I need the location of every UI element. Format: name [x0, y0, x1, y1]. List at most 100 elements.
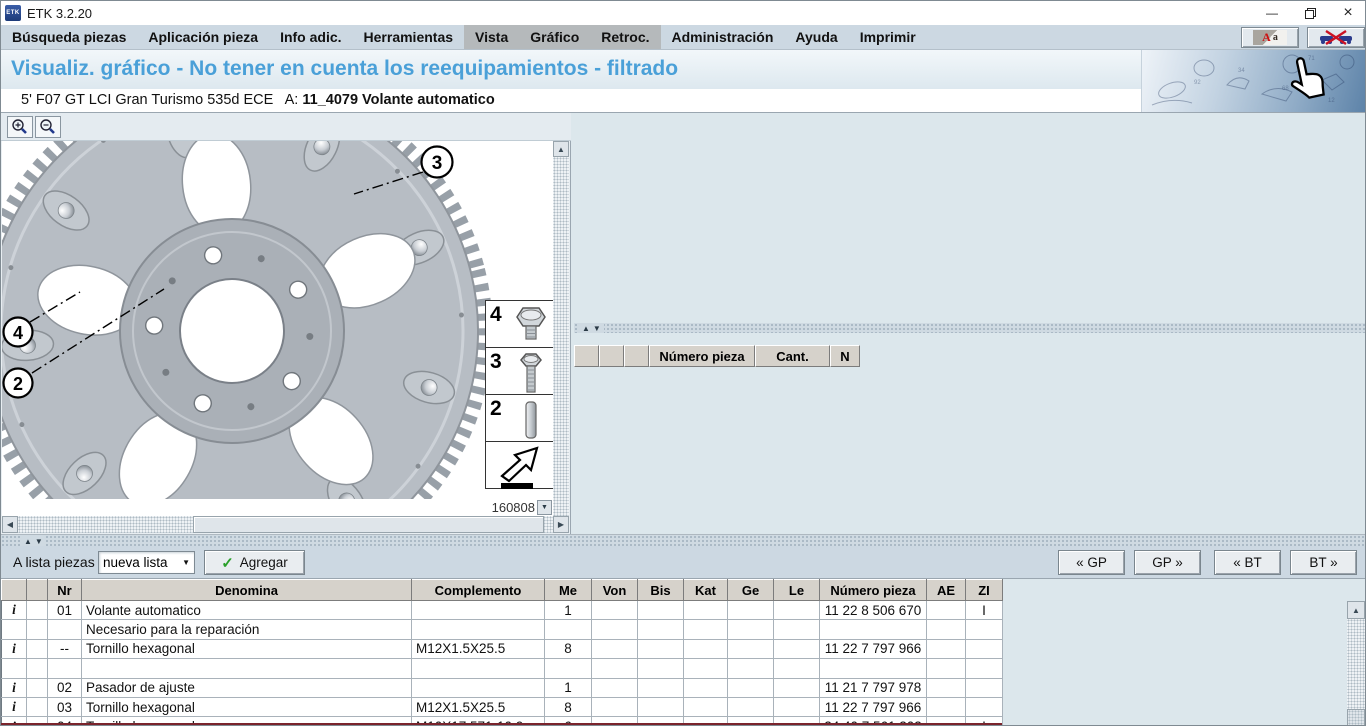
list-toolbar: A lista piezas nueva lista ▼ ✓ Agregar «… [1, 546, 1366, 579]
table-row[interactable]: Necesario para la reparación [2, 620, 1003, 639]
scroll-right-arrow[interactable]: ▶ [553, 516, 569, 533]
col-von[interactable]: Von [592, 580, 638, 601]
col-bis[interactable]: Bis [638, 580, 684, 601]
callout-3[interactable]: 3 [422, 147, 453, 178]
col-select[interactable] [27, 580, 48, 601]
main-splitter[interactable]: ▲▼ [1, 534, 1366, 546]
vehicle-model: 5' F07 GT LCI Gran Turismo 535d ECE [21, 92, 273, 108]
collapse-up-icon: ▲ [582, 324, 590, 333]
scroll-left-arrow[interactable]: ◀ [2, 516, 18, 533]
col-numero-pieza[interactable]: Número pieza [820, 580, 927, 601]
minimize-button[interactable]: — [1253, 1, 1291, 25]
page-title: Visualiz. gráfico - No tener en cuenta l… [11, 57, 678, 81]
image-number-dropdown[interactable]: ▼ [537, 500, 552, 515]
info-icon[interactable]: i [2, 601, 27, 620]
col-info[interactable] [2, 580, 27, 601]
graphic-vertical-scrollbar[interactable]: ▲ [553, 141, 569, 516]
legend-item-4[interactable]: 4 [485, 300, 553, 348]
detail-col-blank2 [599, 345, 624, 367]
parts-list-dropdown[interactable]: nueva lista ▼ [98, 551, 195, 574]
info-icon[interactable]: i [2, 678, 27, 697]
restore-icon [1305, 8, 1316, 19]
vehicle-context: 5' F07 GT LCI Gran Turismo 535d ECE A: 1… [21, 92, 495, 108]
legend-direction-arrow[interactable] [485, 441, 553, 489]
table-row[interactable] [2, 659, 1003, 678]
menu-vista[interactable]: Vista [464, 25, 519, 49]
menu-administracion[interactable]: Administración [661, 25, 785, 49]
detail-col-blank3 [624, 345, 649, 367]
prev-gp-button[interactable]: « GP [1058, 550, 1125, 575]
info-icon[interactable]: i [2, 697, 27, 716]
main-panels: 3 4 2 4 [1, 113, 1366, 534]
to-parts-list-label: A lista piezas [13, 554, 95, 570]
scroll-up-arrow[interactable]: ▲ [553, 141, 569, 157]
graphic-toolbar [1, 113, 571, 141]
close-button[interactable]: × [1329, 1, 1366, 25]
menu-grafico[interactable]: Gráfico [519, 25, 590, 49]
table-row[interactable]: i --Tornillo hexagonalM12X1.5X25.5 8 11 … [2, 639, 1003, 658]
graphic-panel: 3 4 2 4 [1, 113, 571, 534]
parts-table: Nr Denomina Complemento Me Von Bis Kat G… [1, 579, 1003, 726]
col-zi[interactable]: ZI [966, 580, 1003, 601]
menu-highlight-group: Vista Gráfico Retroc. [464, 25, 660, 49]
svg-text:2: 2 [13, 374, 23, 394]
parts-diagram[interactable]: 3 4 2 4 [2, 141, 553, 499]
direction-arrow-icon [499, 444, 541, 495]
assembly-name: 11_4079 Volante automatico [302, 92, 494, 108]
image-number-row: 160808 ▼ [2, 499, 553, 516]
col-nr[interactable]: Nr [48, 580, 82, 601]
zoom-out-button[interactable] [35, 116, 61, 138]
menu-herramientas[interactable]: Herramientas [353, 25, 465, 49]
legend-item-3[interactable]: 3 [485, 347, 553, 395]
detail-col-blank1 [574, 345, 599, 367]
deselect-vehicle-button[interactable] [1307, 27, 1365, 48]
flywheel-drawing: 3 4 2 [2, 141, 553, 499]
detail-col-cant[interactable]: Cant. [755, 345, 830, 367]
svg-text:3: 3 [432, 153, 443, 174]
next-gp-button[interactable]: GP » [1134, 550, 1201, 575]
menu-imprimir[interactable]: Imprimir [849, 25, 927, 49]
table-row[interactable]: i 01Volante automatico 1 11 22 8 506 670… [2, 601, 1003, 620]
menu-aplicacion-pieza[interactable]: Aplicación pieza [137, 25, 269, 49]
detail-col-numero-pieza[interactable]: Número pieza [649, 345, 755, 367]
col-complemento[interactable]: Complemento [412, 580, 545, 601]
font-size-button[interactable]: Aa [1241, 27, 1299, 48]
col-le[interactable]: Le [774, 580, 820, 601]
restore-button[interactable] [1291, 1, 1329, 25]
splitter-arrows[interactable]: ▲▼ [579, 323, 604, 333]
menu-info-adic[interactable]: Info adic. [269, 25, 352, 49]
scroll-thumb[interactable] [1347, 709, 1365, 726]
window-title: ETK 3.2.20 [27, 6, 92, 21]
table-row[interactable]: i 02Pasador de ajuste 1 11 21 7 797 978 [2, 678, 1003, 697]
detail-col-n[interactable]: N [830, 345, 860, 367]
chevron-down-icon: ▼ [182, 558, 190, 567]
legend-item-2[interactable]: 2 [485, 394, 553, 442]
scroll-thumb[interactable] [193, 516, 544, 533]
parts-header-row: Nr Denomina Complemento Me Von Bis Kat G… [2, 580, 1003, 601]
graphic-horizontal-scrollbar[interactable]: ◀ ▶ [2, 516, 569, 534]
col-ge[interactable]: Ge [728, 580, 774, 601]
col-ae[interactable]: AE [927, 580, 966, 601]
table-row[interactable]: i 03Tornillo hexagonalM12X1.5X25.5 8 11 … [2, 697, 1003, 716]
check-icon: ✓ [221, 554, 234, 572]
info-icon[interactable]: i [2, 639, 27, 658]
callout-4[interactable]: 4 [4, 318, 33, 347]
prev-bt-button[interactable]: « BT [1214, 550, 1281, 575]
add-button[interactable]: ✓ Agregar [204, 550, 305, 575]
detail-splitter[interactable]: ▲▼ [574, 323, 1366, 333]
scroll-up-arrow[interactable]: ▲ [1347, 601, 1365, 619]
menu-retroc[interactable]: Retroc. [590, 25, 660, 49]
zoom-in-icon [11, 118, 29, 136]
col-me[interactable]: Me [545, 580, 592, 601]
next-bt-button[interactable]: BT » [1290, 550, 1357, 575]
menubar: Búsqueda piezas Aplicación pieza Info ad… [1, 25, 1366, 50]
parts-collage-image: 9234681271 [1141, 50, 1366, 112]
menu-busqueda-piezas[interactable]: Búsqueda piezas [1, 25, 137, 49]
parts-vertical-scrollbar[interactable]: ▲ ▼ [1347, 601, 1365, 726]
col-denomina[interactable]: Denomina [82, 580, 412, 601]
col-kat[interactable]: Kat [684, 580, 728, 601]
callout-2[interactable]: 2 [4, 369, 33, 398]
menu-ayuda[interactable]: Ayuda [784, 25, 848, 49]
zoom-in-button[interactable] [7, 116, 33, 138]
add-button-label: Agregar [240, 555, 288, 570]
